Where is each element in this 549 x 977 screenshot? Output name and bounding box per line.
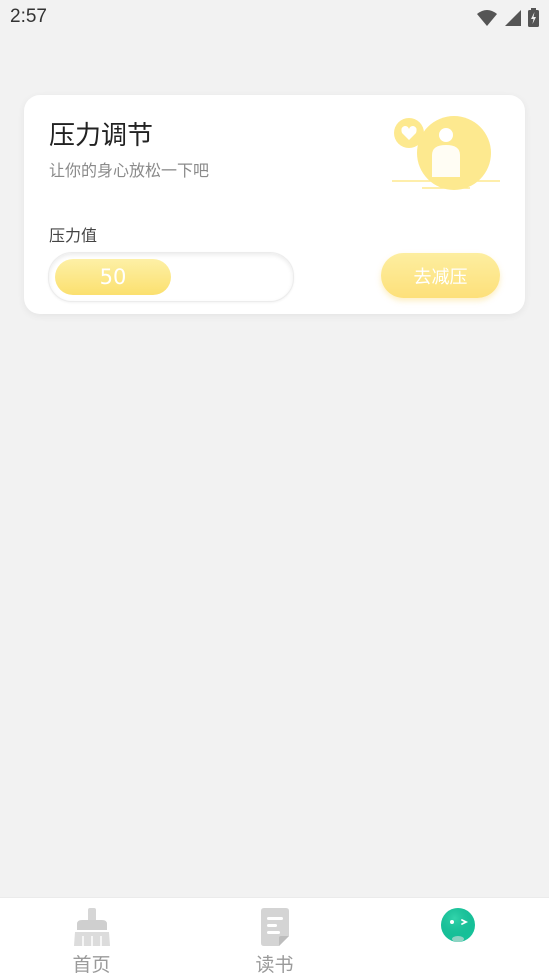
nav-label-reading: 读书 — [255, 954, 294, 976]
mascot-face-icon — [440, 908, 475, 942]
bottom-nav: 首页 读书 — [0, 897, 549, 977]
nav-item-reading[interactable]: 读书 — [183, 898, 366, 977]
card-subtitle: 让你的身心放松一下吧 — [49, 161, 210, 180]
stress-slider[interactable]: 50 — [48, 252, 294, 302]
nav-item-mascot[interactable] — [366, 898, 549, 977]
stress-value-label: 压力值 — [49, 226, 98, 245]
card-title: 压力调节 — [49, 121, 154, 151]
battery-charging-icon — [528, 8, 539, 27]
relaxing-person-illustration — [392, 116, 500, 190]
nav-item-home[interactable]: 首页 — [0, 898, 183, 977]
stress-value: 50 — [99, 265, 127, 289]
broom-icon — [73, 908, 110, 946]
wifi-icon — [477, 9, 497, 26]
reduce-stress-button[interactable]: 去减压 — [381, 253, 500, 298]
status-icons — [476, 8, 539, 27]
signal-icon — [505, 9, 521, 26]
stress-card: 压力调节 让你的身心放松一下吧 压力值 50 去减压 — [24, 95, 525, 314]
document-icon — [260, 908, 289, 946]
nav-label-home: 首页 — [72, 954, 111, 976]
status-bar: 2:57 — [0, 0, 549, 38]
status-time: 2:57 — [10, 6, 47, 27]
